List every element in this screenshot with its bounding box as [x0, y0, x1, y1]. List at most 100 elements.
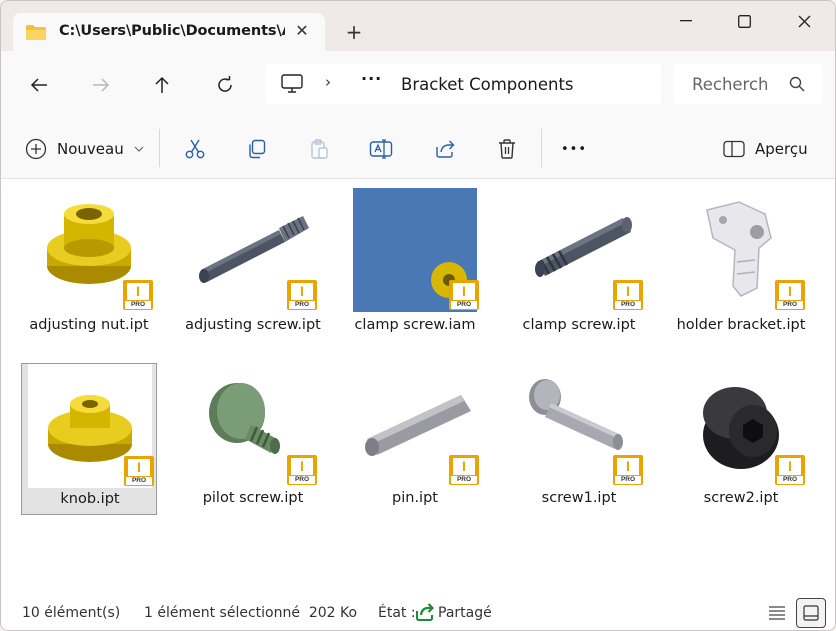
close-icon — [798, 15, 810, 27]
close-tab-icon[interactable]: ✕ — [291, 20, 313, 42]
file-item[interactable]: holder bracket.ipt I PRO — [673, 188, 809, 368]
badge-tag: PRO — [777, 476, 803, 484]
up-button[interactable] — [144, 69, 180, 101]
copy-icon — [249, 139, 266, 159]
title-bar: C:\Users\Public\Documents\A ✕ + — [1, 1, 835, 51]
file-name: adjusting nut.ipt — [29, 317, 149, 333]
command-bar: Nouveau ••• Aperçu — [1, 117, 835, 179]
file-grid[interactable]: adjusting nut.ipt I PRO adjusting screw.i… — [1, 179, 835, 592]
search-box[interactable]: Recherch — [673, 64, 823, 104]
preview-pane-icon — [723, 140, 745, 158]
inventor-pro-badge-icon: I PRO — [613, 455, 643, 485]
trash-icon — [499, 139, 515, 159]
file-item[interactable]: clamp screw.ipt I PRO — [511, 188, 647, 354]
file-name: screw1.ipt — [541, 490, 617, 506]
file-name: adjusting screw.ipt — [185, 317, 321, 333]
delete-button[interactable] — [493, 133, 521, 165]
badge-letter: I — [779, 283, 801, 300]
new-button-label: Nouveau — [57, 140, 124, 158]
search-input[interactable]: Recherch — [692, 75, 769, 94]
tab-title: C:\Users\Public\Documents\A — [59, 23, 285, 39]
inventor-pro-badge-icon: I PRO — [449, 280, 479, 310]
file-name: screw2.ipt — [703, 490, 779, 506]
inventor-pro-badge-icon: I PRO — [287, 280, 317, 310]
status-bar: 10 élément(s) 1 élément sélectionné 202 … — [1, 592, 835, 630]
address-bar[interactable]: › ··· Bracket Components — [265, 64, 661, 104]
new-tab-button[interactable]: + — [337, 19, 371, 47]
maximize-button[interactable] — [721, 7, 767, 35]
badge-tag: PRO — [289, 301, 315, 309]
share-button[interactable] — [431, 133, 459, 165]
minimize-icon — [680, 20, 692, 22]
back-button[interactable] — [21, 69, 57, 101]
breadcrumb-overflow[interactable]: ··· — [361, 69, 382, 88]
badge-letter: I — [453, 283, 475, 300]
file-explorer-window: C:\Users\Public\Documents\A ✕ + › ··· Br… — [0, 0, 836, 631]
maximize-icon — [737, 14, 751, 28]
search-icon — [789, 76, 805, 92]
badge-letter: I — [128, 459, 150, 476]
scissors-icon — [185, 139, 205, 159]
badge-letter: I — [779, 458, 801, 475]
file-item[interactable]: pilot screw.ipt I PRO — [185, 363, 321, 515]
toolbar-divider — [541, 129, 542, 167]
badge-letter: I — [617, 283, 639, 300]
explorer-tab[interactable]: C:\Users\Public\Documents\A ✕ — [13, 13, 325, 51]
file-item-selected[interactable]: knob.ipt I PRO — [21, 363, 157, 515]
forward-button[interactable] — [83, 69, 119, 101]
badge-tag: PRO — [777, 301, 803, 309]
list-view-icon — [769, 606, 785, 620]
chevron-down-icon — [134, 146, 144, 152]
file-item[interactable]: screw1.ipt I PRO — [511, 363, 647, 515]
file-name: clamp screw.ipt — [522, 317, 636, 333]
share-icon — [436, 140, 455, 158]
file-name: clamp screw.iam — [354, 317, 476, 333]
badge-tag: PRO — [289, 476, 315, 484]
inventor-pro-badge-icon: I PRO — [123, 280, 153, 310]
inventor-pro-badge-icon: I PRO — [775, 455, 805, 485]
folder-icon — [26, 25, 46, 40]
file-name: pilot screw.ipt — [202, 490, 304, 506]
copy-button[interactable] — [243, 133, 271, 165]
inventor-pro-badge-icon: I PRO — [613, 280, 643, 310]
file-item[interactable]: screw2.ipt I PRO — [673, 363, 809, 515]
badge-letter: I — [291, 458, 313, 475]
breadcrumb-current-folder[interactable]: Bracket Components — [401, 75, 574, 94]
minimize-button[interactable] — [663, 7, 709, 35]
close-window-button[interactable] — [781, 7, 827, 35]
rename-button[interactable] — [367, 133, 395, 165]
toolbar-divider — [159, 129, 160, 167]
refresh-button[interactable] — [207, 69, 243, 101]
inventor-pro-badge-icon: I PRO — [287, 455, 317, 485]
file-item[interactable]: clamp screw.iam I PRO — [347, 188, 483, 354]
sync-state-value: Partagé — [438, 605, 492, 621]
arrow-up-icon — [155, 76, 169, 93]
file-name: pin.ipt — [392, 490, 438, 506]
badge-tag: PRO — [615, 301, 641, 309]
tiles-view-icon — [803, 605, 819, 621]
file-item[interactable]: adjusting screw.ipt I PRO — [185, 188, 321, 368]
preview-pane-button[interactable]: Aperçu — [723, 133, 808, 165]
inventor-pro-badge-icon: I PRO — [449, 455, 479, 485]
new-button[interactable]: Nouveau — [25, 133, 144, 165]
badge-letter: I — [127, 283, 149, 300]
badge-tag: PRO — [615, 476, 641, 484]
refresh-icon — [218, 76, 232, 92]
more-options-button[interactable]: ••• — [557, 133, 591, 165]
paste-button[interactable] — [305, 133, 333, 165]
file-item[interactable]: pin.ipt I PRO — [347, 363, 483, 515]
breadcrumb-chevron[interactable]: › — [325, 73, 331, 91]
large-icons-view-button[interactable] — [796, 598, 826, 628]
badge-letter: I — [617, 458, 639, 475]
badge-tag: PRO — [451, 301, 477, 309]
badge-tag: PRO — [451, 476, 477, 484]
badge-letter: I — [291, 283, 313, 300]
rename-icon — [369, 139, 393, 159]
cut-button[interactable] — [181, 133, 209, 165]
navigation-bar: › ··· Bracket Components Recherch — [1, 51, 835, 117]
badge-tag: PRO — [126, 477, 152, 485]
this-pc-icon — [281, 74, 303, 93]
file-name: knob.ipt — [60, 491, 120, 507]
file-item[interactable]: adjusting nut.ipt I PRO — [21, 188, 157, 354]
details-view-button[interactable] — [763, 600, 791, 626]
